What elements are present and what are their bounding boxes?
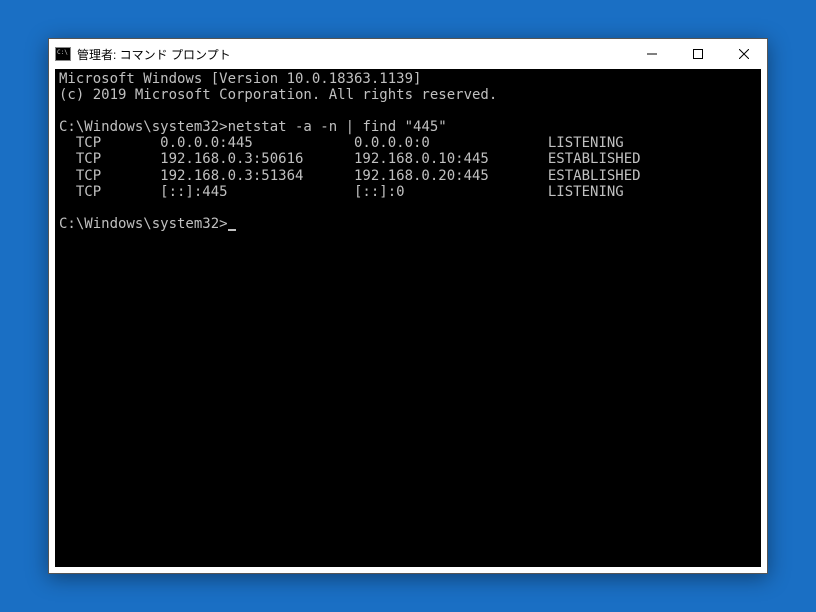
maximize-button[interactable] (675, 39, 721, 69)
command-prompt-window: 管理者: コマンド プロンプト Microsoft Windows [Versi… (48, 38, 768, 574)
minimize-button[interactable] (629, 39, 675, 69)
output-rows: TCP 0.0.0.0:445 0.0.0.0:0 LISTENING TCP … (59, 135, 641, 199)
command-text: netstat -a -n | find "445" (228, 119, 447, 135)
prompt: C:\Windows\system32> (59, 216, 228, 232)
cursor (228, 229, 236, 231)
prompt: C:\Windows\system32> (59, 119, 228, 135)
banner-line: Microsoft Windows [Version 10.0.18363.11… (59, 71, 421, 87)
cmd-icon (55, 47, 71, 61)
terminal-area[interactable]: Microsoft Windows [Version 10.0.18363.11… (49, 69, 767, 573)
banner-line: (c) 2019 Microsoft Corporation. All righ… (59, 87, 497, 103)
window-controls (629, 39, 767, 69)
window-title: 管理者: コマンド プロンプト (77, 46, 231, 63)
titlebar[interactable]: 管理者: コマンド プロンプト (49, 39, 767, 69)
close-button[interactable] (721, 39, 767, 69)
